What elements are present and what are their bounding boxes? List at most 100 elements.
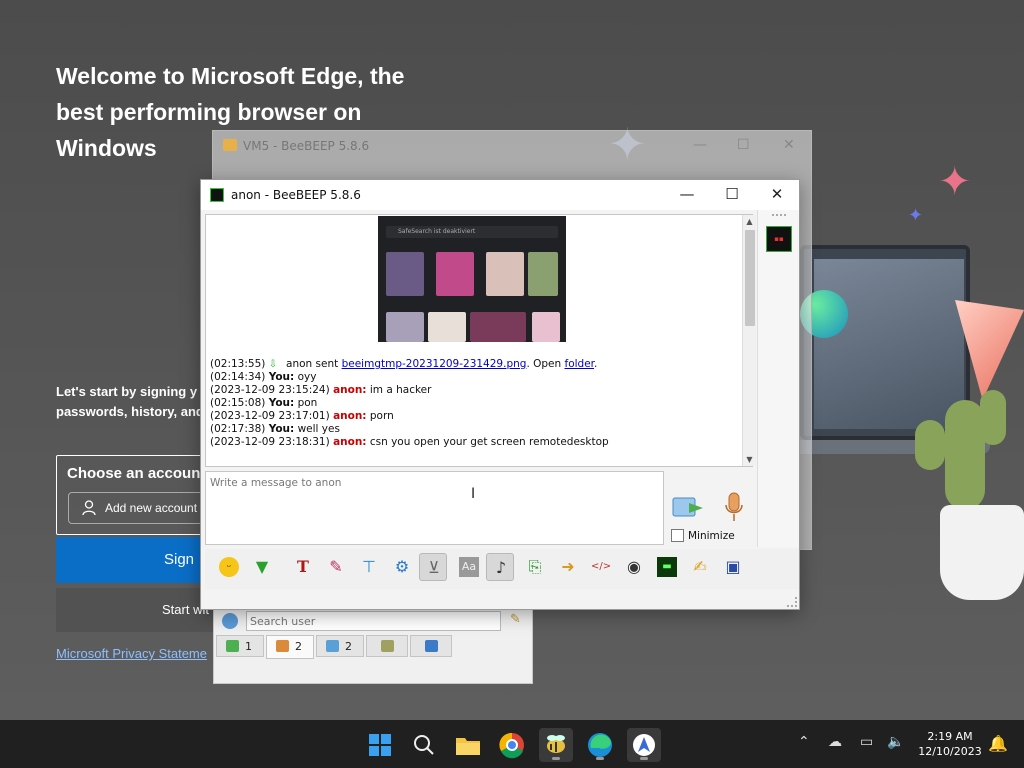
message-line: (02:14:34) You: oyy bbox=[210, 371, 740, 384]
sound-icon: ♪ bbox=[495, 558, 507, 577]
scrollbar-thumb[interactable] bbox=[745, 230, 755, 326]
clear-search-icon[interactable]: ✎ bbox=[510, 612, 524, 628]
start-button[interactable] bbox=[363, 728, 397, 762]
thumbnail-image bbox=[428, 312, 466, 342]
settings-button[interactable]: ⚙ bbox=[388, 553, 416, 581]
clock-date: 12/10/2023 bbox=[918, 745, 982, 758]
file-link[interactable]: beeimgtmp-20231209-231429.png bbox=[342, 358, 527, 370]
save-chat-button[interactable]: ▼ bbox=[248, 553, 276, 581]
minimize-icon[interactable]: — bbox=[677, 184, 697, 204]
app-taskbar-button[interactable] bbox=[627, 728, 661, 762]
add-new-account-button[interactable]: Add new account bbox=[68, 492, 215, 524]
send-folder-icon: ➜ bbox=[561, 557, 575, 576]
clear-button[interactable]: ⊻ bbox=[419, 553, 447, 581]
privacy-statement-link[interactable]: Microsoft Privacy Stateme bbox=[56, 646, 216, 661]
system-clock[interactable]: 2:19 AM 12/10/2023 bbox=[916, 729, 984, 759]
color-button[interactable]: ✎ bbox=[322, 553, 350, 581]
groups-icon bbox=[326, 640, 339, 652]
chrome-button[interactable] bbox=[495, 728, 529, 762]
thumbnail-image bbox=[532, 312, 560, 342]
edge-taskbar-button[interactable] bbox=[583, 728, 617, 762]
choose-account-title: Choose an accoun bbox=[67, 465, 201, 482]
send-message-icon[interactable] bbox=[671, 493, 705, 523]
close-icon[interactable]: ✕ bbox=[783, 137, 795, 153]
file-icon: ⎘ bbox=[528, 557, 542, 576]
tab-groups[interactable]: 2 bbox=[316, 635, 364, 657]
folder-link[interactable]: folder bbox=[565, 358, 595, 370]
edge-signin-line2: passwords, history, and bbox=[56, 404, 204, 419]
chat-scrollbar[interactable]: ▲ ▼ bbox=[742, 215, 756, 466]
maximize-icon[interactable]: ☐ bbox=[737, 137, 750, 153]
close-icon[interactable]: ✕ bbox=[767, 184, 787, 204]
message-sender: anon: bbox=[333, 384, 367, 396]
message-line: (2023-12-09 23:18:31) anon: csn you open… bbox=[210, 436, 740, 449]
beebeep-icon bbox=[223, 139, 237, 151]
save-button[interactable]: ▣ bbox=[719, 553, 747, 581]
save-icon: ▣ bbox=[725, 557, 741, 576]
shared-image-thumbnail[interactable]: SafeSearch ist deaktiviert bbox=[378, 216, 566, 342]
file-explorer-icon bbox=[456, 738, 480, 755]
tab-chats[interactable]: 1 bbox=[216, 635, 264, 657]
resize-grip[interactable] bbox=[787, 597, 797, 607]
font-button[interactable]: T bbox=[289, 553, 317, 581]
start-without-data-button[interactable]: Start wit bbox=[56, 588, 216, 632]
running-indicator bbox=[552, 757, 560, 760]
file-transfer-icon: ⇩ bbox=[268, 359, 278, 370]
minimize-checkbox[interactable] bbox=[671, 529, 684, 542]
search-button[interactable] bbox=[407, 728, 441, 762]
html-button[interactable]: </> bbox=[587, 553, 615, 581]
message-time: (02:15:08) bbox=[210, 397, 266, 409]
onedrive-icon[interactable]: ☁ bbox=[828, 734, 842, 750]
scroll-up-icon[interactable]: ▲ bbox=[743, 215, 756, 228]
maximize-icon[interactable]: ☐ bbox=[722, 184, 742, 204]
search-icon bbox=[414, 735, 434, 755]
spellcheck-button[interactable]: Aa bbox=[455, 553, 483, 581]
voice-message-icon[interactable] bbox=[723, 491, 745, 523]
search-user-input[interactable]: Search user bbox=[246, 611, 501, 631]
font-icon: T bbox=[297, 557, 309, 576]
thumbnail-image bbox=[528, 252, 558, 296]
tab-share[interactable] bbox=[410, 635, 452, 657]
minimize-icon[interactable]: — bbox=[693, 137, 707, 153]
spellcheck-icon: Aa bbox=[459, 557, 479, 577]
chat-history[interactable]: SafeSearch ist deaktiviert (02:13:55) ⇩ … bbox=[205, 214, 756, 467]
laptop-illustration bbox=[800, 245, 970, 440]
clock-time: 2:19 AM bbox=[927, 730, 973, 743]
share-icon bbox=[425, 640, 438, 652]
panel-grip[interactable] bbox=[772, 214, 786, 218]
show-hidden-icons-icon[interactable]: ⌃ bbox=[798, 734, 810, 750]
network-icon[interactable]: ▭ bbox=[860, 734, 873, 750]
volume-icon[interactable]: 🔈 bbox=[887, 734, 904, 750]
chat-window-title: anon - BeeBEEP 5.8.6 bbox=[231, 188, 361, 202]
thumbnail-searchbar: SafeSearch ist deaktiviert bbox=[386, 226, 558, 238]
settings-icon: ⚙ bbox=[394, 557, 410, 576]
beebeep-taskbar-button[interactable] bbox=[539, 728, 573, 762]
sign-in-button[interactable]: Sign bbox=[56, 537, 216, 583]
message-time: (02:13:55) bbox=[210, 358, 266, 370]
screenshot-button[interactable]: ◉ bbox=[620, 553, 648, 581]
scroll-down-icon[interactable]: ▼ bbox=[743, 453, 756, 466]
chrome-icon bbox=[499, 732, 524, 759]
thumbnail-image bbox=[386, 312, 424, 342]
tab-users[interactable]: 2 bbox=[266, 635, 314, 659]
message-list: (02:13:55) ⇩ anon sent beeimgtmp-2023120… bbox=[210, 358, 740, 449]
tab-network[interactable] bbox=[366, 635, 408, 657]
terminal-icon: ▬ bbox=[657, 557, 677, 577]
emoticon-button[interactable]: ᵕ bbox=[215, 553, 243, 581]
filter-button[interactable]: ⊤ bbox=[355, 553, 383, 581]
file-explorer-button[interactable] bbox=[451, 728, 485, 762]
notes-button[interactable]: ✍ bbox=[686, 553, 714, 581]
message-text: anon sent bbox=[286, 358, 342, 370]
notification-bell-icon[interactable]: 🔔 bbox=[988, 734, 1008, 753]
member-avatar[interactable]: ▪▪ bbox=[766, 226, 792, 252]
sound-button[interactable]: ♪ bbox=[486, 553, 514, 581]
message-text: . Open bbox=[526, 358, 565, 370]
vm5-title: VM5 - BeeBEEP 5.8.6 bbox=[243, 139, 370, 153]
message-input[interactable]: Write a message to anon I bbox=[205, 471, 664, 545]
send-folder-button[interactable]: ➜ bbox=[554, 553, 582, 581]
message-line: (02:17:38) You: well yes bbox=[210, 423, 740, 436]
send-file-button[interactable]: ⎘ bbox=[521, 553, 549, 581]
chat-window-titlebar: anon - BeeBEEP 5.8.6 — ☐ ✕ bbox=[201, 180, 799, 210]
filter-icon: ⊤ bbox=[362, 557, 376, 576]
terminal-button[interactable]: ▬ bbox=[653, 553, 681, 581]
